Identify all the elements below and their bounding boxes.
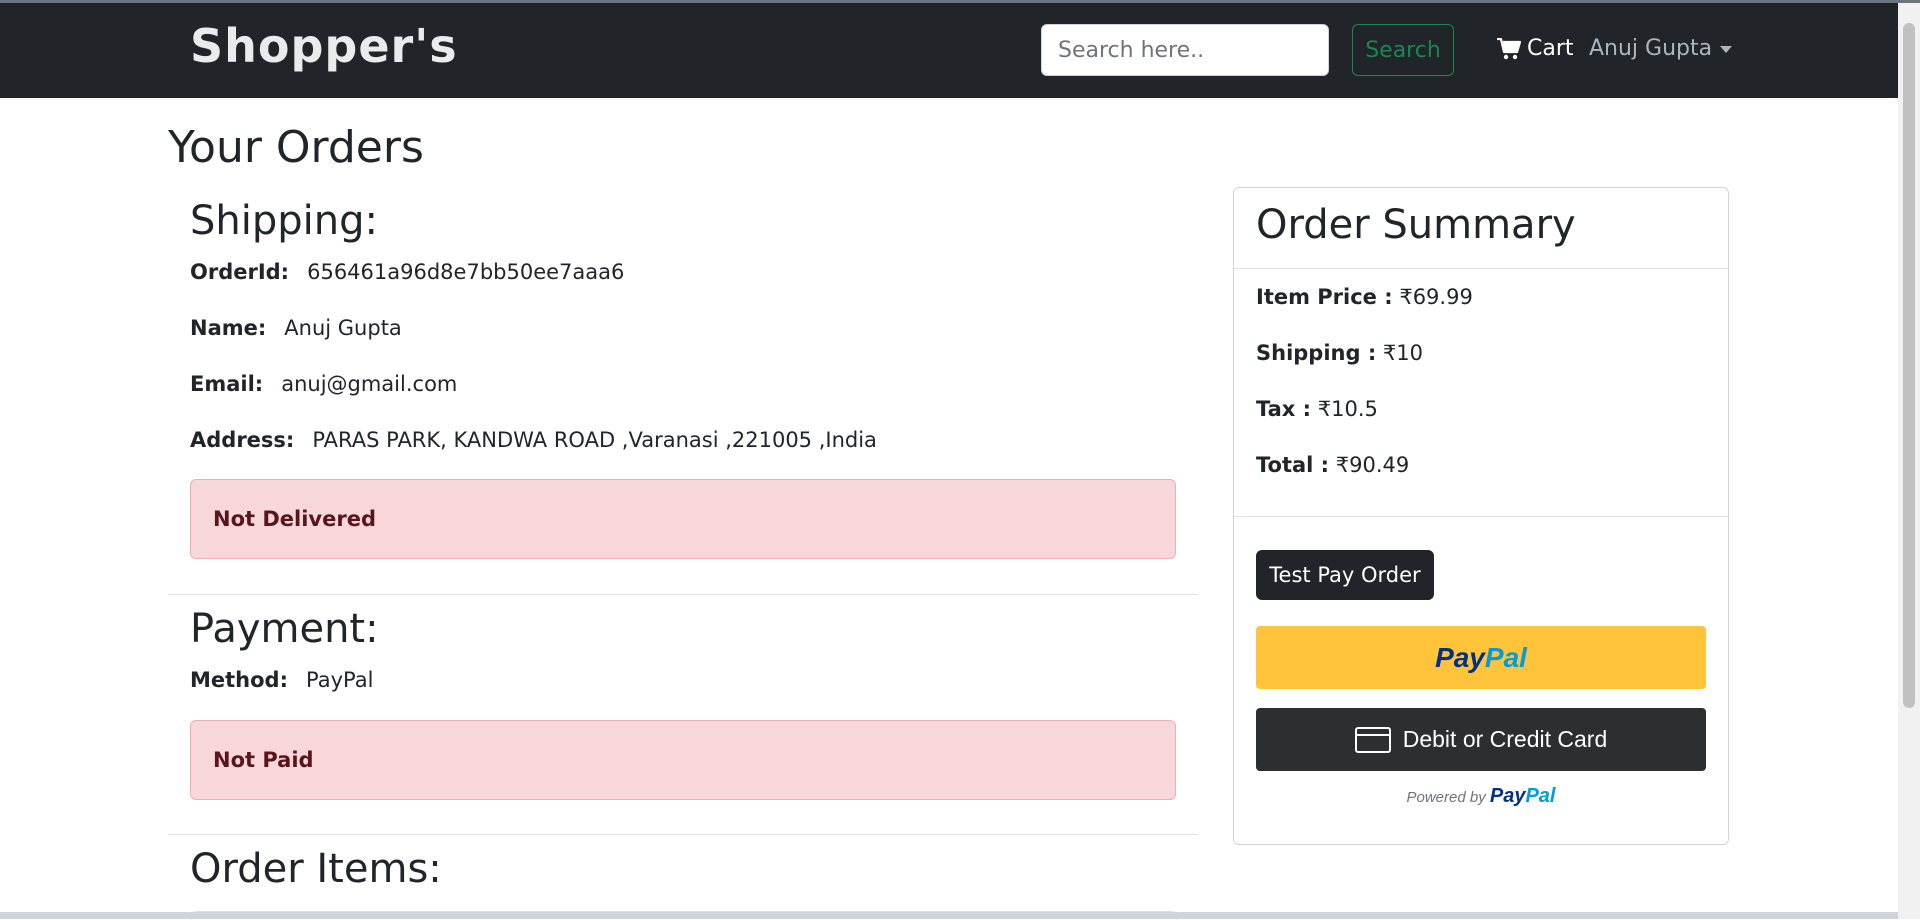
email-label: Email: <box>190 372 264 396</box>
powered-by-paypal: Powered by PayPal <box>1234 785 1728 808</box>
order-items-heading: Order Items: <box>190 846 442 892</box>
section-divider <box>168 594 1198 595</box>
summary-divider <box>1234 268 1728 269</box>
address-value: PARAS PARK, KANDWA ROAD ,Varanasi ,22100… <box>312 428 877 452</box>
payment-method-value: PayPal <box>306 668 374 692</box>
total-value: ₹90.49 <box>1335 453 1410 477</box>
window-bottom-border <box>0 912 1898 919</box>
card-button-label: Debit or Credit Card <box>1402 726 1608 752</box>
shopping-cart-icon <box>1497 37 1521 59</box>
name-label: Name: <box>190 316 267 340</box>
brand-logo[interactable]: Shopper's <box>190 19 458 73</box>
test-pay-order-button[interactable]: Test Pay Order <box>1256 550 1434 600</box>
payment-heading: Payment: <box>190 606 379 652</box>
item-price-row: Item Price : ₹69.99 <box>1256 285 1473 309</box>
user-menu-dropdown[interactable]: Anuj Gupta <box>1589 36 1733 61</box>
section-divider <box>168 834 1198 835</box>
shipping-price-value: ₹10 <box>1382 341 1424 365</box>
order-id-row: OrderId: 656461a96d8e7bb50ee7aaa6 <box>190 260 624 284</box>
payment-status-alert: Not Paid <box>190 720 1176 800</box>
caret-down-icon <box>1720 46 1733 53</box>
cart-label: Cart <box>1527 36 1574 61</box>
paypal-logo-pal: Pal <box>1484 641 1527 673</box>
total-label: Total : <box>1256 453 1330 477</box>
navbar: Shopper's Search Cart Anuj Gupta <box>0 3 1898 98</box>
shipping-price-label: Shipping : <box>1256 341 1377 365</box>
payment-method-label: Method: <box>190 668 288 692</box>
credit-card-icon <box>1354 726 1391 753</box>
item-price-label: Item Price : <box>1256 285 1393 309</box>
summary-divider <box>1234 516 1728 517</box>
address-row: Address: PARAS PARK, KANDWA ROAD ,Varana… <box>190 428 877 452</box>
cart-link[interactable]: Cart <box>1497 36 1574 61</box>
payment-method-row: Method: PayPal <box>190 668 373 692</box>
total-row: Total : ₹90.49 <box>1256 453 1409 477</box>
page-title: Your Orders <box>168 122 424 173</box>
address-label: Address: <box>190 428 295 452</box>
shipping-heading: Shipping: <box>190 198 378 244</box>
paypal-logo-pay: Pay <box>1435 641 1485 673</box>
tax-label: Tax : <box>1256 397 1312 421</box>
powered-logo-pay: Pay <box>1489 785 1526 807</box>
order-summary-title: Order Summary <box>1256 202 1576 248</box>
email-value: anuj@gmail.com <box>281 372 458 396</box>
order-summary-card: Order Summary Item Price : ₹69.99 Shippi… <box>1233 187 1729 845</box>
vertical-scrollbar[interactable] <box>1898 3 1920 919</box>
debit-credit-card-button[interactable]: Debit or Credit Card <box>1256 708 1706 771</box>
shipping-price-row: Shipping : ₹10 <box>1256 341 1423 365</box>
paypal-button[interactable]: Pay Pal <box>1256 626 1706 689</box>
user-name: Anuj Gupta <box>1589 36 1713 61</box>
item-price-value: ₹69.99 <box>1399 285 1473 309</box>
powered-by-text: Powered by <box>1406 789 1486 806</box>
order-id-value: 656461a96d8e7bb50ee7aaa6 <box>307 260 625 284</box>
delivery-status-alert: Not Delivered <box>190 479 1176 559</box>
name-row: Name: Anuj Gupta <box>190 316 402 340</box>
scrollbar-thumb[interactable] <box>1903 23 1915 708</box>
search-input[interactable] <box>1041 24 1329 76</box>
tax-value: ₹10.5 <box>1317 397 1378 421</box>
email-row: Email: anuj@gmail.com <box>190 372 457 396</box>
name-value: Anuj Gupta <box>284 316 402 340</box>
tax-row: Tax : ₹10.5 <box>1256 397 1378 421</box>
search-button[interactable]: Search <box>1352 24 1454 76</box>
powered-logo-pal: Pal <box>1525 785 1556 807</box>
order-id-label: OrderId: <box>190 260 290 284</box>
